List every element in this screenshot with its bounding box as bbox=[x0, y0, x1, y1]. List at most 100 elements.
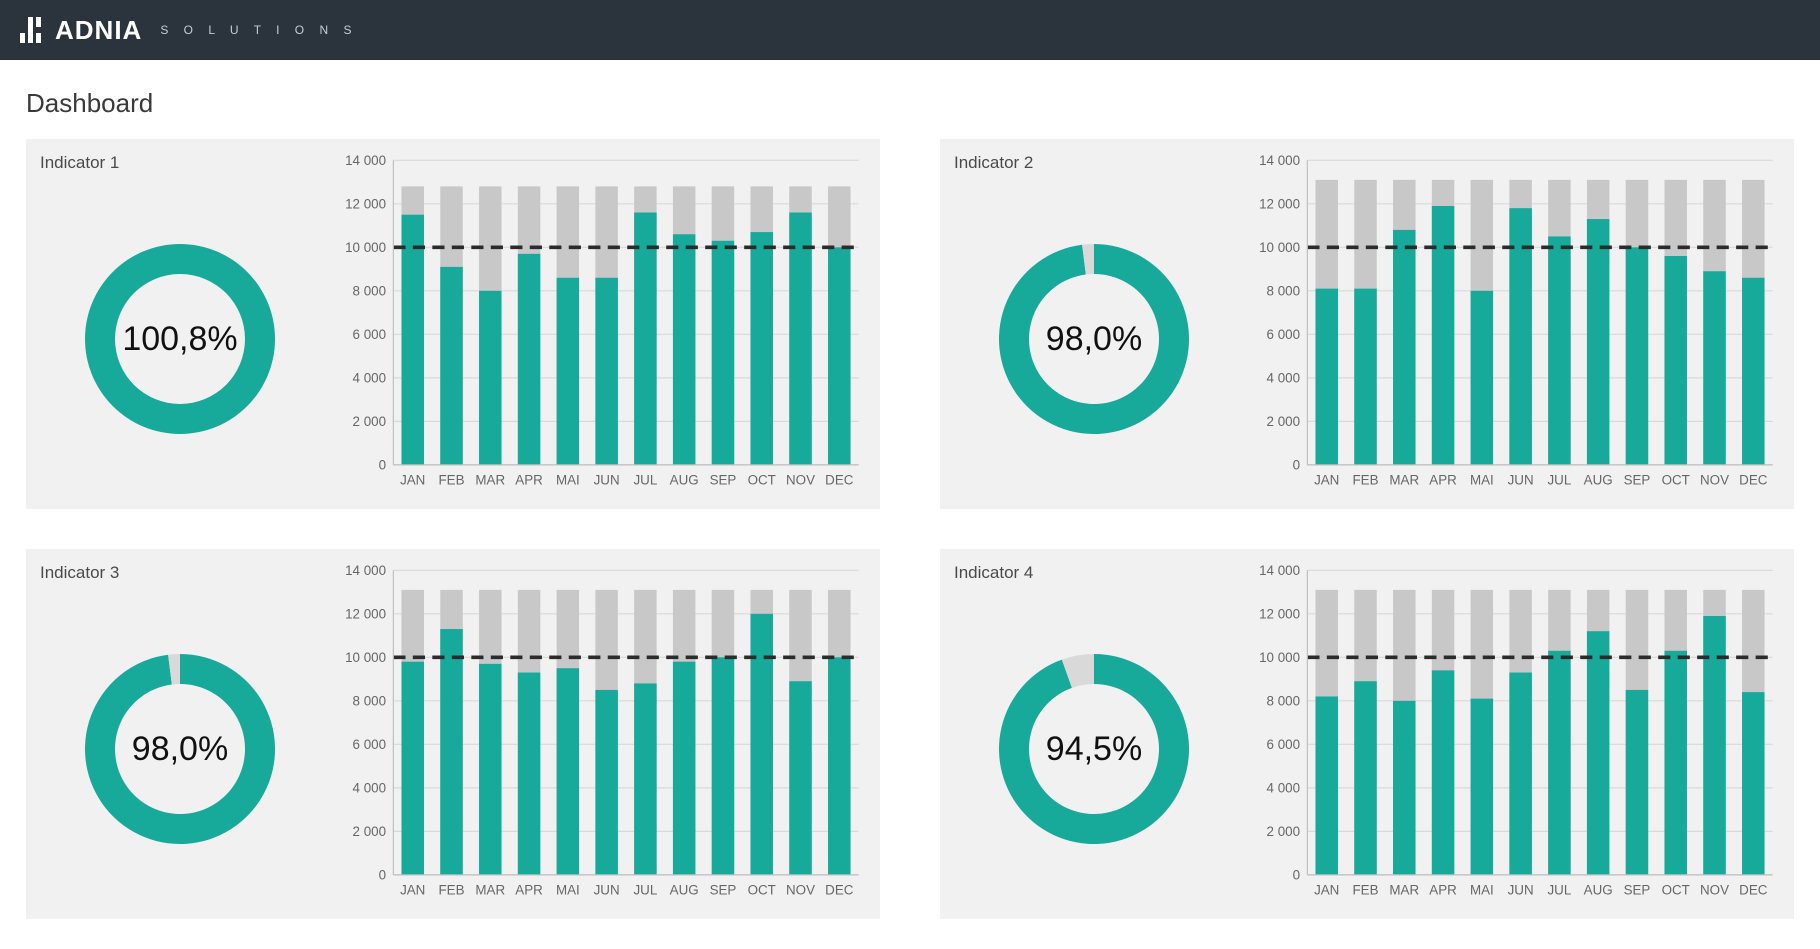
svg-text:FEB: FEB bbox=[439, 472, 465, 487]
indicator-card-2: Indicator 2 98,0% 0 2 000 4 000 6 000 8 000 1… bbox=[940, 139, 1794, 509]
svg-text:12 000: 12 000 bbox=[1259, 197, 1300, 212]
svg-text:4 000: 4 000 bbox=[353, 371, 386, 386]
page-body: Dashboard Indicator 1 100,8% 0 2 000 4 000… bbox=[0, 60, 1820, 949]
svg-text:NOV: NOV bbox=[1700, 882, 1729, 897]
svg-text:FEB: FEB bbox=[1353, 882, 1379, 897]
svg-text:JUN: JUN bbox=[1508, 882, 1534, 897]
svg-text:OCT: OCT bbox=[748, 882, 776, 897]
indicator-title: Indicator 4 bbox=[954, 563, 1234, 583]
svg-text:MAR: MAR bbox=[1389, 882, 1419, 897]
svg-text:OCT: OCT bbox=[1662, 472, 1690, 487]
svg-text:2 000: 2 000 bbox=[353, 824, 386, 839]
brand-name: ADNIA bbox=[55, 15, 142, 46]
svg-text:OCT: OCT bbox=[1662, 882, 1690, 897]
svg-text:0: 0 bbox=[379, 868, 386, 883]
svg-text:SEP: SEP bbox=[710, 882, 737, 897]
svg-text:DEC: DEC bbox=[1739, 882, 1768, 897]
indicator-left: Indicator 3 98,0% bbox=[40, 563, 320, 909]
svg-text:4 000: 4 000 bbox=[1267, 371, 1300, 386]
indicator-card-1: Indicator 1 100,8% 0 2 000 4 000 6 000 8 000… bbox=[26, 139, 880, 509]
indicator-card-3: Indicator 3 98,0% 02 0004 0006 0008 0001… bbox=[26, 549, 880, 919]
indicator-card-4: Indicator 4 94,5% 02 0004 0006 0008 0001… bbox=[940, 549, 1794, 919]
svg-text:SEP: SEP bbox=[710, 472, 737, 487]
svg-text:2 000: 2 000 bbox=[353, 414, 386, 429]
svg-text:SEP: SEP bbox=[1624, 882, 1651, 897]
svg-text:JAN: JAN bbox=[400, 882, 425, 897]
svg-text:FEB: FEB bbox=[439, 882, 465, 897]
page-title: Dashboard bbox=[26, 88, 1794, 119]
monthly-bar-chart: 02 0004 0006 0008 00010 00012 00014 000J… bbox=[1244, 563, 1780, 909]
svg-text:8 000: 8 000 bbox=[353, 694, 386, 709]
svg-text:OCT: OCT bbox=[748, 472, 776, 487]
svg-text:14 000: 14 000 bbox=[1259, 563, 1300, 578]
donut-chart: 98,0% bbox=[954, 179, 1234, 499]
svg-text:10 000: 10 000 bbox=[345, 240, 386, 255]
svg-text:APR: APR bbox=[1429, 472, 1457, 487]
svg-text:AUG: AUG bbox=[670, 472, 699, 487]
donut-value: 98,0% bbox=[1046, 320, 1142, 359]
indicator-left: Indicator 1 100,8% bbox=[40, 153, 320, 499]
svg-text:AUG: AUG bbox=[1584, 882, 1613, 897]
donut-chart: 100,8% bbox=[40, 179, 320, 499]
svg-text:0: 0 bbox=[1293, 458, 1300, 473]
donut-value: 98,0% bbox=[132, 730, 228, 769]
donut-value: 94,5% bbox=[1046, 730, 1142, 769]
monthly-bar-chart: 02 0004 0006 0008 00010 00012 00014 000J… bbox=[330, 563, 866, 909]
svg-text:JUN: JUN bbox=[1508, 472, 1534, 487]
donut-value: 100,8% bbox=[122, 320, 237, 359]
svg-text:AUG: AUG bbox=[1584, 472, 1613, 487]
svg-text:8 000: 8 000 bbox=[1267, 284, 1300, 299]
svg-text:MAR: MAR bbox=[475, 882, 505, 897]
brand-logo: ADNIA S O L U T I O N S bbox=[20, 15, 357, 46]
svg-text:6 000: 6 000 bbox=[353, 737, 386, 752]
svg-text:2 000: 2 000 bbox=[1267, 414, 1300, 429]
svg-text:12 000: 12 000 bbox=[1259, 607, 1300, 622]
svg-text:10 000: 10 000 bbox=[345, 650, 386, 665]
donut-chart: 98,0% bbox=[40, 589, 320, 909]
svg-text:10 000: 10 000 bbox=[1259, 240, 1300, 255]
svg-text:JUL: JUL bbox=[1547, 472, 1571, 487]
svg-text:SEP: SEP bbox=[1624, 472, 1651, 487]
svg-text:DEC: DEC bbox=[1739, 472, 1768, 487]
svg-text:JAN: JAN bbox=[1314, 882, 1339, 897]
svg-text:JUN: JUN bbox=[594, 882, 620, 897]
svg-text:10 000: 10 000 bbox=[1259, 650, 1300, 665]
indicator-left: Indicator 4 94,5% bbox=[954, 563, 1234, 909]
brand-logo-mark bbox=[20, 17, 41, 43]
monthly-bar-chart: 0 2 000 4 000 6 000 8 000 10 000 12 000 14 000 J… bbox=[1244, 153, 1780, 499]
svg-text:NOV: NOV bbox=[1700, 472, 1729, 487]
svg-text:8 000: 8 000 bbox=[1267, 694, 1300, 709]
svg-text:MAI: MAI bbox=[1470, 472, 1494, 487]
indicator-title: Indicator 2 bbox=[954, 153, 1234, 173]
svg-text:MAI: MAI bbox=[556, 882, 580, 897]
svg-text:FEB: FEB bbox=[1353, 472, 1379, 487]
svg-text:NOV: NOV bbox=[786, 472, 815, 487]
svg-text:APR: APR bbox=[515, 882, 543, 897]
dashboard-grid: Indicator 1 100,8% 0 2 000 4 000 6 000 8 000… bbox=[26, 139, 1794, 919]
svg-text:APR: APR bbox=[515, 472, 543, 487]
svg-text:12 000: 12 000 bbox=[345, 197, 386, 212]
svg-text:14 000: 14 000 bbox=[1259, 153, 1300, 168]
monthly-bar-chart: 0 2 000 4 000 6 000 8 000 10 000 12 000 14 000 J… bbox=[330, 153, 866, 499]
svg-text:NOV: NOV bbox=[786, 882, 815, 897]
topbar: ADNIA S O L U T I O N S bbox=[0, 0, 1820, 60]
svg-text:MAR: MAR bbox=[1389, 472, 1419, 487]
svg-text:0: 0 bbox=[1293, 868, 1300, 883]
svg-text:JUN: JUN bbox=[594, 472, 620, 487]
svg-text:0: 0 bbox=[379, 458, 386, 473]
svg-text:MAR: MAR bbox=[475, 472, 505, 487]
svg-text:4 000: 4 000 bbox=[1267, 781, 1300, 796]
svg-text:6 000: 6 000 bbox=[353, 327, 386, 342]
svg-text:14 000: 14 000 bbox=[345, 153, 386, 168]
svg-text:DEC: DEC bbox=[825, 882, 854, 897]
svg-text:6 000: 6 000 bbox=[1267, 327, 1300, 342]
svg-text:MAI: MAI bbox=[556, 472, 580, 487]
svg-text:MAI: MAI bbox=[1470, 882, 1494, 897]
brand-sub: S O L U T I O N S bbox=[160, 23, 357, 37]
svg-text:AUG: AUG bbox=[670, 882, 699, 897]
svg-text:JUL: JUL bbox=[1547, 882, 1571, 897]
svg-text:14 000: 14 000 bbox=[345, 563, 386, 578]
svg-text:JAN: JAN bbox=[1314, 472, 1339, 487]
svg-text:8 000: 8 000 bbox=[353, 284, 386, 299]
svg-text:DEC: DEC bbox=[825, 472, 854, 487]
